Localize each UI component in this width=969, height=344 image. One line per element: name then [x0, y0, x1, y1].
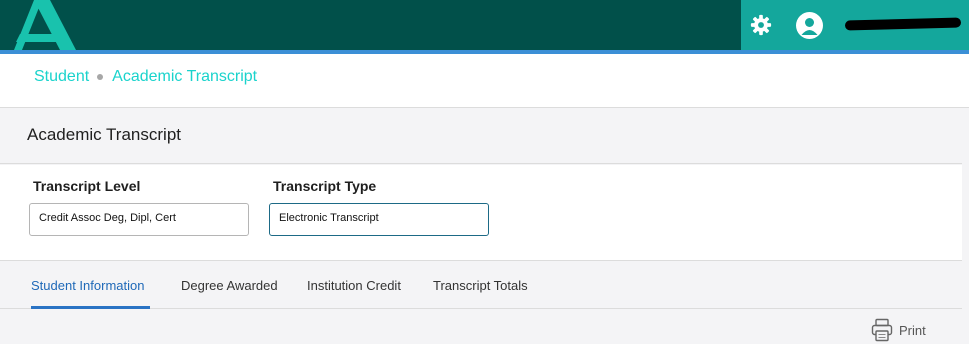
transcript-tabs: Student Information Degree Awarded Insti… — [0, 262, 962, 309]
tab-student-information[interactable]: Student Information — [31, 278, 144, 293]
tab-transcript-totals[interactable]: Transcript Totals — [433, 278, 528, 293]
gear-icon[interactable] — [750, 14, 772, 36]
active-tab-indicator — [31, 306, 150, 309]
breadcrumb: Student Academic Transcript — [34, 68, 257, 86]
transcript-level-label: Transcript Level — [33, 178, 141, 194]
user-avatar-icon[interactable] — [796, 12, 823, 39]
print-label: Print — [899, 322, 926, 338]
transcript-type-label: Transcript Type — [273, 178, 377, 194]
tab-degree-awarded[interactable]: Degree Awarded — [181, 278, 278, 293]
tab-institution-credit[interactable]: Institution Credit — [307, 278, 401, 293]
brand-logo-icon[interactable] — [12, 0, 78, 50]
breadcrumb-item-academic-transcript[interactable]: Academic Transcript — [112, 68, 257, 86]
printer-icon — [871, 318, 893, 342]
transcript-type-select[interactable]: Electronic Transcript — [269, 203, 489, 236]
page-title: Academic Transcript — [27, 125, 181, 144]
transcript-level-select[interactable]: Credit Assoc Deg, Dipl, Cert — [29, 203, 249, 236]
breadcrumb-item-student[interactable]: Student — [34, 68, 89, 86]
page-title-section: Academic Transcript — [0, 108, 962, 164]
transcript-options-section: Transcript Level Credit Assoc Deg, Dipl,… — [0, 165, 962, 261]
breadcrumb-bar: Student Academic Transcript — [0, 54, 969, 108]
print-button[interactable]: Print — [871, 318, 926, 342]
breadcrumb-separator-dot — [97, 74, 104, 80]
